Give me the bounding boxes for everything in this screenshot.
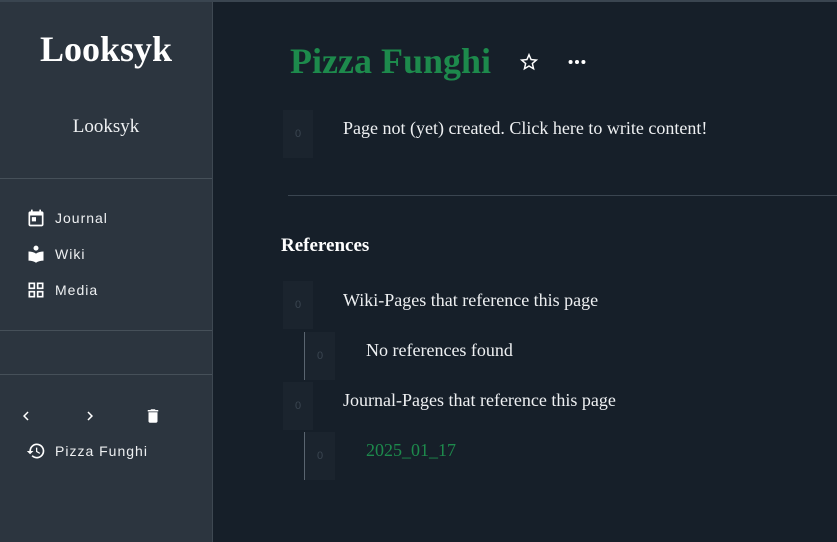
- sidebar-divider: [0, 178, 212, 179]
- book-reader-icon: [28, 245, 44, 263]
- sidebar-item-label: Wiki: [55, 246, 86, 262]
- sidebar-item-label: Journal: [55, 210, 108, 226]
- block-handle[interactable]: 0: [283, 281, 313, 329]
- page-title: Pizza Funghi: [290, 41, 492, 81]
- wiki-references-empty: No references found: [366, 340, 513, 360]
- block-handle[interactable]: 0: [305, 432, 335, 480]
- app-subtitle: Looksyk: [72, 116, 140, 137]
- wiki-references-label: Wiki-Pages that reference this page: [343, 290, 599, 310]
- more-horizontal-icon: [568, 59, 586, 65]
- favorite-button[interactable]: [517, 50, 541, 74]
- calendar-icon: [28, 209, 44, 227]
- history-item-label: Pizza Funghi: [55, 443, 148, 459]
- sidebar-item-label: Media: [55, 282, 99, 298]
- page-placeholder-text[interactable]: Page not (yet) created. Click here to wr…: [343, 118, 707, 139]
- sidebar-item-media[interactable]: Media: [26, 278, 98, 302]
- trash-icon: [147, 409, 159, 423]
- references-heading: References: [281, 235, 370, 256]
- grid-icon: [28, 282, 44, 298]
- more-options-button[interactable]: [565, 50, 589, 74]
- sidebar: Looksyk Looksyk Journal Wiki Media Pizza…: [0, 2, 213, 542]
- history-clear-button[interactable]: [141, 404, 165, 428]
- sidebar-item-journal[interactable]: Journal: [26, 206, 108, 230]
- journal-references-label: Journal-Pages that reference this page: [343, 390, 616, 410]
- chevron-right-icon: [87, 411, 93, 421]
- sidebar-divider: [0, 330, 212, 331]
- block-handle[interactable]: 0: [283, 110, 313, 158]
- chevron-left-icon: [23, 411, 29, 421]
- sidebar-divider: [0, 374, 212, 375]
- sidebar-item-wiki[interactable]: Wiki: [26, 242, 85, 266]
- history-item-pizza-funghi[interactable]: Pizza Funghi: [26, 439, 148, 463]
- journal-reference-link[interactable]: 2025_01_17: [366, 440, 456, 461]
- app-brand[interactable]: Looksyk: [0, 28, 212, 70]
- content-divider: [288, 195, 837, 196]
- main-content: Pizza Funghi 0 Page not (yet) created. C…: [213, 2, 837, 542]
- block-handle[interactable]: 0: [283, 382, 313, 430]
- star-outline-icon: [519, 52, 539, 71]
- block-handle[interactable]: 0: [305, 332, 335, 380]
- history-icon: [26, 443, 45, 459]
- history-back-button[interactable]: [14, 404, 38, 428]
- history-forward-button[interactable]: [78, 404, 102, 428]
